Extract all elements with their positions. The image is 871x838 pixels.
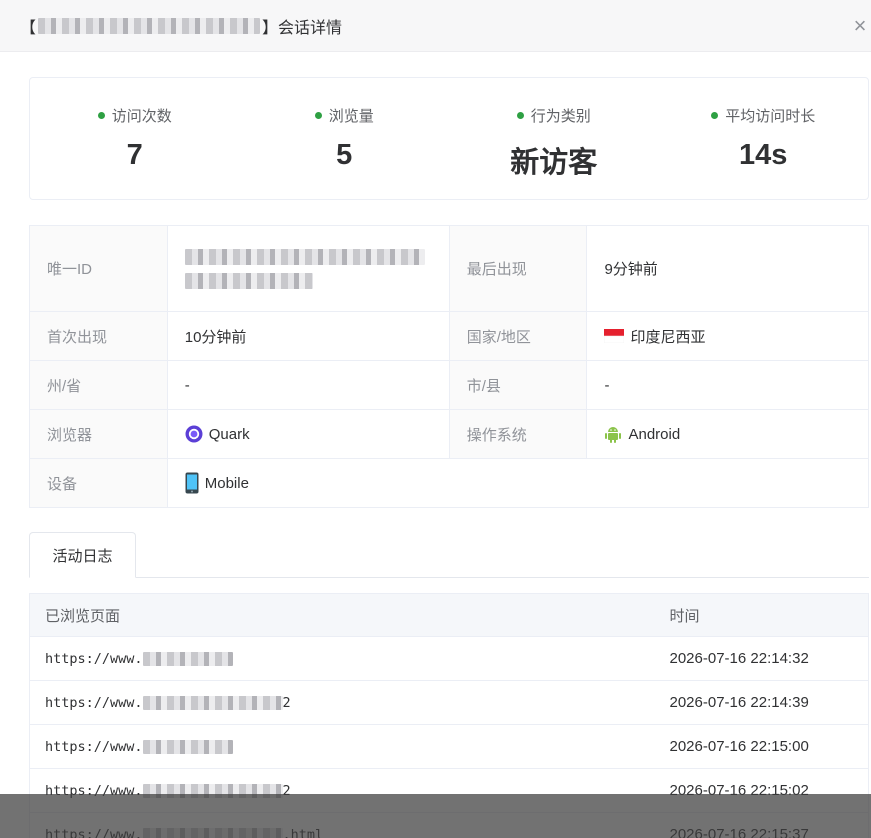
- quark-icon: [185, 425, 203, 443]
- url-prefix[interactable]: https://www.: [45, 739, 143, 755]
- visit-time: 2026-07-16 22:14:32: [654, 636, 869, 681]
- url-prefix[interactable]: https://www.: [45, 651, 143, 667]
- stats-panel: 访问次数 7 浏览量 5 行为类别 新访客 平均访问时长 14s: [29, 77, 869, 200]
- url-obscured: [142, 651, 233, 666]
- stat-label: 平均访问时长: [725, 108, 816, 125]
- state-label: 州/省: [29, 360, 168, 410]
- url-suffix: 2: [282, 782, 291, 799]
- table-header-row: 已浏览页面 时间: [29, 593, 869, 637]
- visit-time: 2026-07-16 22:15:00: [654, 724, 869, 769]
- title-bracket-open: 【: [20, 19, 37, 37]
- mobile-phone-icon: [185, 472, 199, 494]
- status-dot-icon: [711, 112, 719, 119]
- stat-avg-duration: 平均访问时长 14s: [659, 78, 869, 199]
- close-icon[interactable]: ×: [849, 15, 871, 38]
- unique-id-label: 唯一ID: [29, 225, 168, 312]
- last-seen-value: 9分钟前: [586, 225, 869, 312]
- country-value: 印度尼西亚: [630, 328, 706, 346]
- url-suffix: 2: [282, 694, 291, 711]
- stat-label: 访问次数: [111, 108, 172, 125]
- visit-time: 2026-07-16 22:15:02: [654, 768, 869, 813]
- info-row: 设备 Mobile: [29, 458, 870, 508]
- stat-visits: 访问次数 7: [30, 78, 240, 199]
- table-row: https://www. 2 2026-07-16 22:14:39: [29, 680, 869, 725]
- url-obscured: [142, 695, 283, 710]
- status-dot-icon: [516, 112, 524, 119]
- table-row: https://www. 2026-07-16 22:15:00: [29, 724, 869, 769]
- info-row: 浏览器 Quark 操作系统 Android: [29, 409, 869, 459]
- info-row: 州/省 - 市/县 -: [29, 360, 869, 410]
- device-value: Mobile: [204, 474, 249, 492]
- tab-bar: 活动日志: [29, 532, 869, 578]
- table-row: https://www. 2 2026-07-16 22:15:02: [29, 768, 869, 813]
- country-label: 国家/地区: [448, 311, 588, 361]
- stat-value: 5: [336, 139, 353, 171]
- visit-time: 2026-07-16 22:15:37: [654, 812, 869, 838]
- url-prefix[interactable]: https://www.: [45, 827, 143, 838]
- stat-behavior: 行为类别 新访客: [449, 78, 659, 199]
- android-icon: [605, 427, 622, 443]
- last-seen-label: 最后出现: [448, 225, 588, 312]
- stat-label: 浏览量: [328, 108, 374, 125]
- url-prefix[interactable]: https://www.: [45, 783, 143, 799]
- col-header-page: 已浏览页面: [29, 593, 655, 637]
- city-value: -: [586, 360, 869, 410]
- first-seen-label: 首次出现: [29, 311, 168, 361]
- status-dot-icon: [314, 112, 322, 119]
- col-header-time: 时间: [654, 593, 869, 637]
- tab-activity-log[interactable]: 活动日志: [29, 532, 136, 578]
- stat-value: 7: [126, 139, 143, 171]
- city-label: 市/县: [448, 360, 588, 410]
- first-seen-value: 10分钟前: [166, 311, 450, 361]
- title-site-name-obscured: [38, 17, 261, 34]
- title-bracket-close: 】: [262, 19, 279, 37]
- url-obscured: [142, 739, 233, 754]
- table-row: https://www. .html 2026-07-16 22:15:37: [29, 812, 869, 838]
- unique-id-value-obscured: [166, 225, 450, 312]
- activity-log-table: 已浏览页面 时间 https://www. 2026-07-16 22:14:3…: [29, 593, 869, 838]
- device-label: 设备: [29, 458, 168, 508]
- url-obscured: [142, 827, 283, 838]
- info-row: 唯一ID 最后出现 9分钟前: [29, 225, 869, 312]
- stat-pageviews: 浏览量 5: [240, 78, 450, 199]
- os-value: Android: [628, 425, 681, 443]
- title-suffix: 会话详情: [278, 19, 343, 37]
- indonesia-flag-icon: [604, 329, 625, 343]
- dialog-title: 【 】 会话详情: [20, 14, 342, 38]
- stat-value: 新访客: [510, 147, 598, 179]
- table-row: https://www. 2026-07-16 22:14:32: [29, 636, 869, 681]
- url-obscured: [142, 783, 283, 798]
- url-prefix[interactable]: https://www.: [45, 695, 143, 711]
- visitor-info-table: 唯一ID 最后出现 9分钟前 首次出现 10分钟前 国家/地区 印度尼西亚 州/…: [29, 225, 870, 508]
- browser-label: 浏览器: [29, 409, 168, 459]
- url-suffix: .html: [282, 826, 324, 838]
- browser-value: Quark: [208, 425, 250, 443]
- state-value: -: [166, 360, 450, 410]
- info-row: 首次出现 10分钟前 国家/地区 印度尼西亚: [29, 311, 869, 361]
- dialog-header: 【 】 会话详情 ×: [0, 0, 871, 52]
- status-dot-icon: [97, 112, 105, 119]
- os-label: 操作系统: [448, 409, 588, 459]
- visit-time: 2026-07-16 22:14:39: [654, 680, 869, 725]
- stat-value: 14s: [739, 139, 788, 171]
- stat-label: 行为类别: [530, 108, 591, 125]
